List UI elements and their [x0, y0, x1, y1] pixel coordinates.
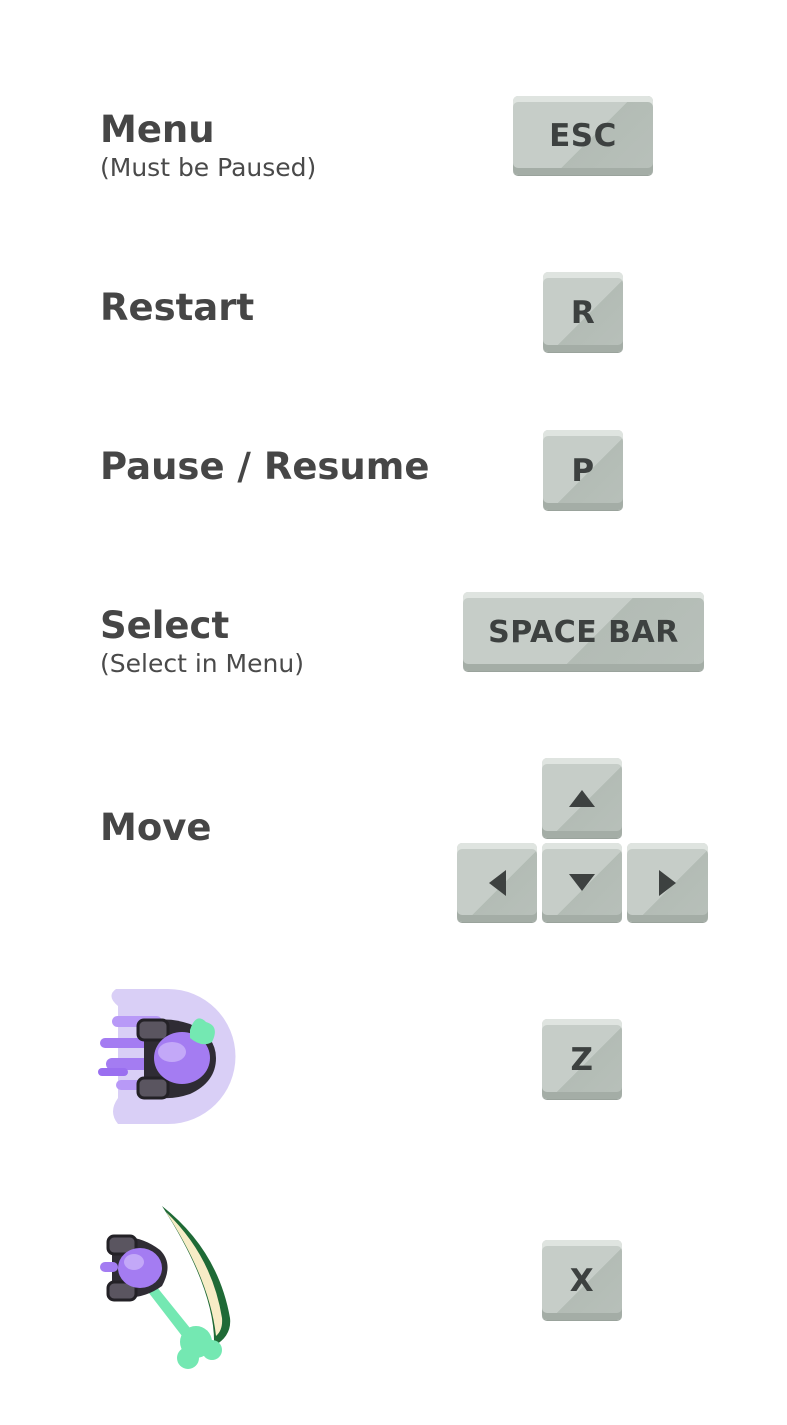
right-arrow-icon [659, 869, 676, 896]
menu-label-group: Menu (Must be Paused) [100, 108, 316, 184]
menu-note: (Must be Paused) [100, 153, 317, 182]
z-key-label: Z [570, 1041, 594, 1078]
down-arrow-icon [569, 874, 595, 891]
x-key[interactable]: X [542, 1240, 622, 1320]
slash-ability-icon [100, 1206, 231, 1369]
restart-label-group: Restart [100, 286, 254, 330]
up-arrow-key[interactable] [542, 758, 622, 838]
up-arrow-icon [569, 789, 595, 807]
space-bar-key[interactable]: SPACE BAR [463, 592, 704, 671]
menu-label: Menu [100, 108, 215, 151]
select-label: Select [100, 604, 230, 647]
space-bar-key-label: SPACE BAR [488, 614, 679, 650]
restart-label: Restart [100, 286, 255, 329]
p-key-label: P [571, 452, 595, 489]
z-key[interactable]: Z [542, 1019, 622, 1099]
move-label-group: Move [100, 806, 211, 850]
right-arrow-key[interactable] [627, 843, 708, 922]
r-key[interactable]: R [543, 272, 623, 352]
esc-key-label: ESC [549, 118, 617, 154]
x-key-label: X [569, 1262, 595, 1299]
left-arrow-icon [488, 869, 506, 896]
select-label-group: Select (Select in Menu) [100, 604, 304, 680]
left-arrow-key[interactable] [457, 843, 537, 922]
dash-ability-icon [98, 989, 236, 1124]
r-key-label: R [570, 294, 596, 331]
esc-key[interactable]: ESC [513, 96, 653, 175]
pause-label-group: Pause / Resume [100, 445, 429, 489]
p-key[interactable]: P [543, 430, 623, 510]
move-label: Move [100, 806, 212, 849]
select-note: (Select in Menu) [100, 649, 304, 678]
pause-resume-label: Pause / Resume [100, 445, 430, 488]
down-arrow-key[interactable] [542, 843, 622, 922]
